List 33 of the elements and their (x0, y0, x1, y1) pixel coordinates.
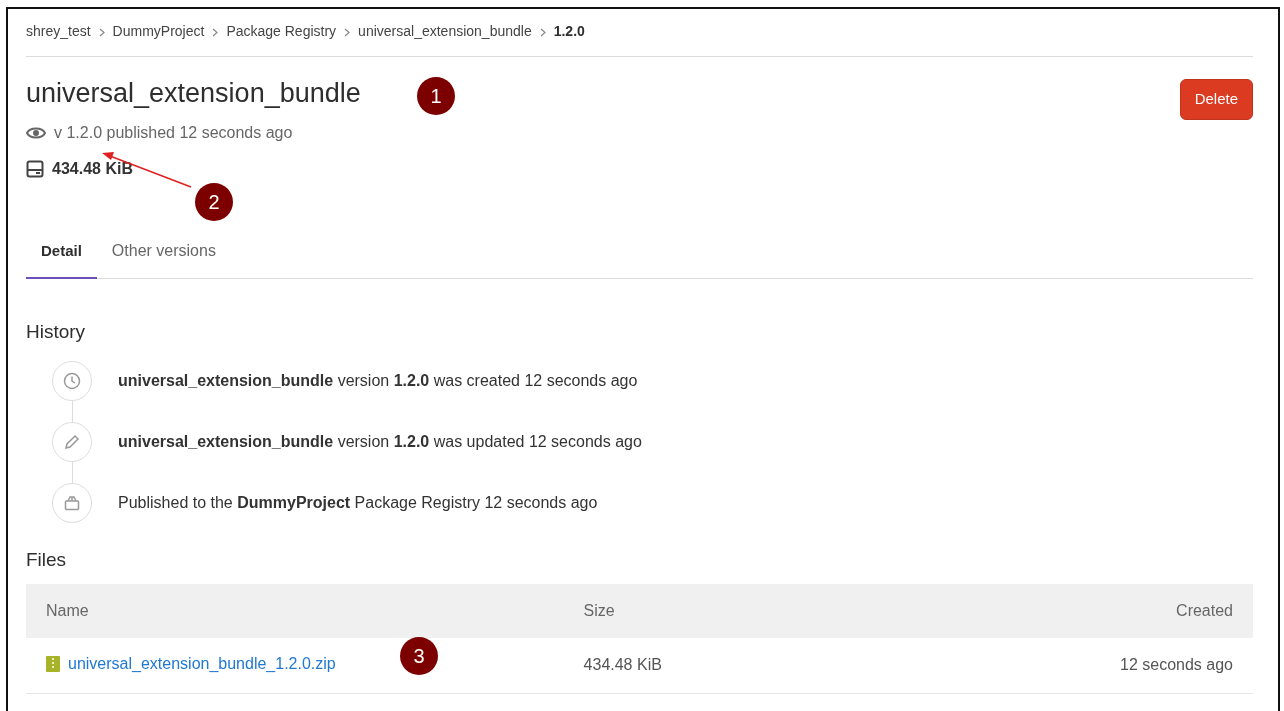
history-entry-text: universal_extension_bundle version 1.2.0 was created 12 seconds ago (118, 370, 638, 391)
annotation-badge: 1 (417, 77, 455, 115)
pencil-icon (63, 432, 81, 451)
breadcrumb-link[interactable]: DummyProject (112, 21, 205, 42)
column-header: Created (1003, 584, 1253, 638)
breadcrumb-link[interactable]: universal_extension_bundle (358, 21, 532, 42)
file-created: 12 seconds ago (1003, 638, 1253, 694)
annotation-badge: 2 (195, 183, 233, 221)
annotation-badge: 3 (400, 637, 438, 675)
breadcrumb-link[interactable]: Package Registry (226, 21, 337, 42)
history-entry-text: Published to the DummyProject Package Registry 12 seconds ago (118, 492, 598, 513)
version-published-text: v 1.2.0 published 12 seconds ago (54, 123, 293, 144)
tab[interactable]: Other versions (96, 225, 231, 280)
breadcrumb-link[interactable]: shrey_test (26, 21, 91, 42)
zip-file-icon (46, 656, 60, 672)
file-link[interactable]: universal_extension_bundle_1.2.0.zip (68, 652, 336, 676)
package-icon (63, 493, 81, 512)
delete-button[interactable]: Delete (1179, 79, 1253, 120)
file-size: 434.48 KiB (563, 638, 1004, 694)
column-header: Size (563, 584, 1004, 638)
eye-icon (26, 126, 46, 141)
clock-icon (63, 371, 81, 390)
tab[interactable]: Detail (26, 225, 97, 280)
package-title: universal_extension_bundle (26, 77, 361, 110)
chevron-icon (212, 27, 219, 37)
package-size: 434.48 KiB (52, 159, 133, 180)
chevron-icon (344, 27, 351, 37)
section-heading: History (26, 321, 87, 345)
chevron-icon (539, 27, 546, 37)
chevron-icon (98, 27, 105, 37)
history-entry-text: universal_extension_bundle version 1.2.0 was updated 12 seconds ago (118, 431, 642, 452)
section-heading: Files (26, 549, 68, 572)
column-header: Name (26, 584, 564, 638)
